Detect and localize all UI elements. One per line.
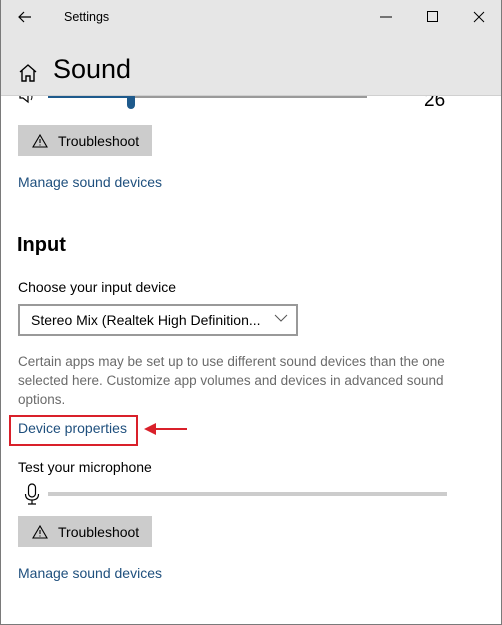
warning-icon [32, 133, 48, 148]
page-title: Sound [53, 54, 132, 84]
troubleshoot-label: Troubleshoot [58, 132, 140, 149]
maximize-button[interactable] [410, 0, 456, 34]
settings-window: Settings Sound 26 Troubleshoot Manage so… [0, 0, 502, 625]
output-troubleshoot-button[interactable]: Troubleshoot [18, 125, 152, 156]
minimize-button[interactable] [363, 0, 409, 34]
minimize-icon [380, 16, 392, 18]
content-area: 26 Troubleshoot Manage sound devices Inp… [1, 90, 501, 624]
microphone-level-meter [48, 492, 447, 496]
microphone-icon [24, 483, 40, 505]
app-title: Settings [64, 10, 110, 24]
volume-slider[interactable] [48, 93, 367, 109]
choose-input-device-label: Choose your input device [18, 279, 176, 295]
back-button[interactable] [11, 4, 39, 30]
chevron-down-icon [274, 314, 288, 322]
input-description: Certain apps may be set up to use differ… [18, 354, 445, 407]
output-manage-sound-devices-link[interactable]: Manage sound devices [18, 174, 162, 190]
test-microphone-label: Test your microphone [18, 459, 152, 475]
volume-slider-fill [48, 96, 131, 98]
title-bar: Settings [1, 0, 501, 34]
maximize-icon [427, 11, 438, 22]
warning-icon [32, 524, 48, 539]
close-button[interactable] [456, 0, 501, 34]
volume-row: 26 [1, 90, 501, 116]
input-device-dropdown[interactable]: Stereo Mix (Realtek High Definition... [18, 304, 298, 336]
back-arrow-icon [18, 11, 31, 23]
troubleshoot-label: Troubleshoot [58, 523, 140, 540]
input-troubleshoot-button[interactable]: Troubleshoot [18, 516, 152, 547]
input-section-title: Input [17, 234, 66, 256]
device-properties-link[interactable]: Device properties [18, 420, 127, 436]
home-icon[interactable] [17, 62, 39, 84]
input-manage-sound-devices-link[interactable]: Manage sound devices [18, 565, 162, 581]
page-header: Sound [1, 34, 501, 96]
annotation-arrow-icon [144, 423, 187, 435]
input-device-selected: Stereo Mix (Realtek High Definition... [31, 312, 261, 328]
close-icon [473, 11, 485, 23]
